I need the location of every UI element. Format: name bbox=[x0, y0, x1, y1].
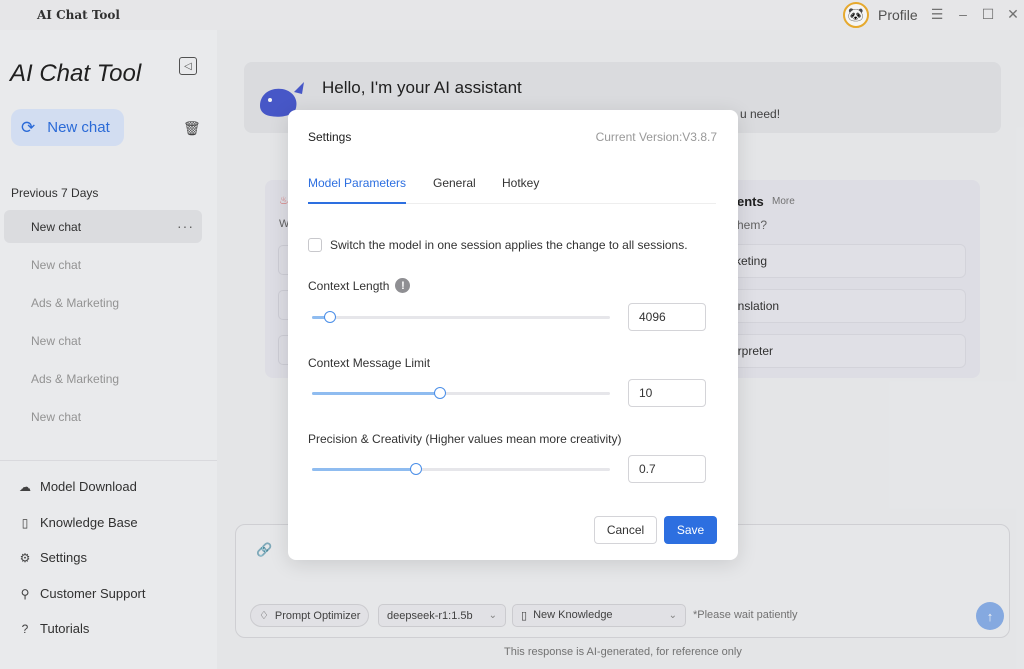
tab-hotkey[interactable]: Hotkey bbox=[502, 176, 539, 204]
switch-model-label: Switch the model in one session applies … bbox=[330, 238, 688, 252]
precision-creativity-slider[interactable] bbox=[312, 463, 610, 475]
precision-creativity-input[interactable] bbox=[628, 455, 706, 483]
slider-fill bbox=[312, 468, 417, 471]
context-length-label: Context Length ! bbox=[308, 278, 411, 293]
field-label-text: Precision & Creativity (Higher values me… bbox=[308, 432, 622, 446]
slider-thumb[interactable] bbox=[323, 311, 336, 323]
context-length-input[interactable] bbox=[628, 303, 706, 331]
settings-modal: Settings Current Version:V3.8.7 Model Pa… bbox=[288, 110, 738, 560]
slider-fill bbox=[312, 392, 441, 395]
field-label-text: Context Message Limit bbox=[308, 356, 431, 370]
switch-model-option[interactable]: Switch the model in one session applies … bbox=[308, 238, 688, 252]
context-length-slider[interactable] bbox=[312, 311, 610, 323]
settings-tabs: Model Parameters General Hotkey bbox=[308, 176, 716, 204]
modal-title: Settings bbox=[308, 130, 352, 144]
slider-thumb[interactable] bbox=[410, 463, 423, 475]
tab-model-parameters[interactable]: Model Parameters bbox=[308, 176, 407, 204]
precision-creativity-label: Precision & Creativity (Higher values me… bbox=[308, 432, 621, 446]
version-text: Current Version:V3.8.7 bbox=[595, 130, 717, 144]
save-button[interactable]: Save bbox=[664, 516, 717, 544]
switch-model-checkbox[interactable] bbox=[308, 238, 322, 252]
cancel-button[interactable]: Cancel bbox=[594, 516, 657, 544]
slider-track bbox=[312, 316, 610, 319]
context-message-limit-label: Context Message Limit bbox=[308, 356, 430, 370]
slider-thumb[interactable] bbox=[434, 387, 447, 399]
info-icon[interactable]: ! bbox=[395, 278, 411, 293]
field-label-text: Context Length bbox=[308, 278, 390, 293]
context-message-limit-input[interactable] bbox=[628, 379, 706, 407]
context-message-limit-slider[interactable] bbox=[312, 387, 610, 399]
tab-general[interactable]: General bbox=[433, 176, 476, 204]
